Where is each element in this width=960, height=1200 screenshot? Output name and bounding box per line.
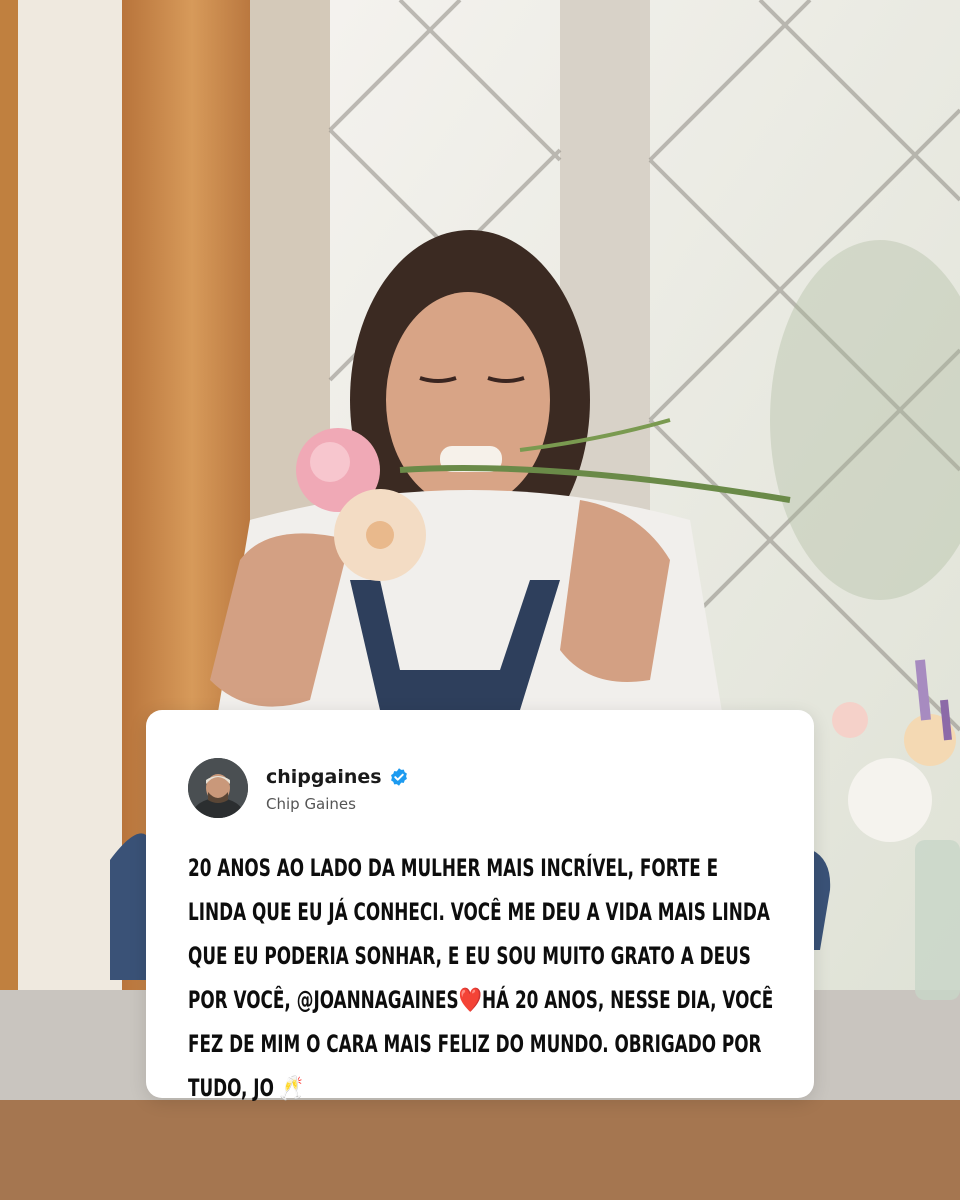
- avatar-image: [188, 758, 248, 818]
- post-text: 20 anos ao lado da mulher mais incrível,…: [188, 846, 773, 1110]
- username[interactable]: chipgaines: [266, 766, 382, 788]
- cheers-emoji: 🥂: [279, 1074, 304, 1102]
- verified-badge-icon: [390, 768, 407, 786]
- post-card: chipgaines Chip Gaines 20 anos ao lado d…: [146, 710, 814, 1102]
- handle-row: chipgaines: [266, 766, 409, 788]
- avatar[interactable]: [188, 758, 248, 818]
- display-name: Chip Gaines: [266, 795, 356, 813]
- heart-emoji: ❤️: [458, 986, 482, 1014]
